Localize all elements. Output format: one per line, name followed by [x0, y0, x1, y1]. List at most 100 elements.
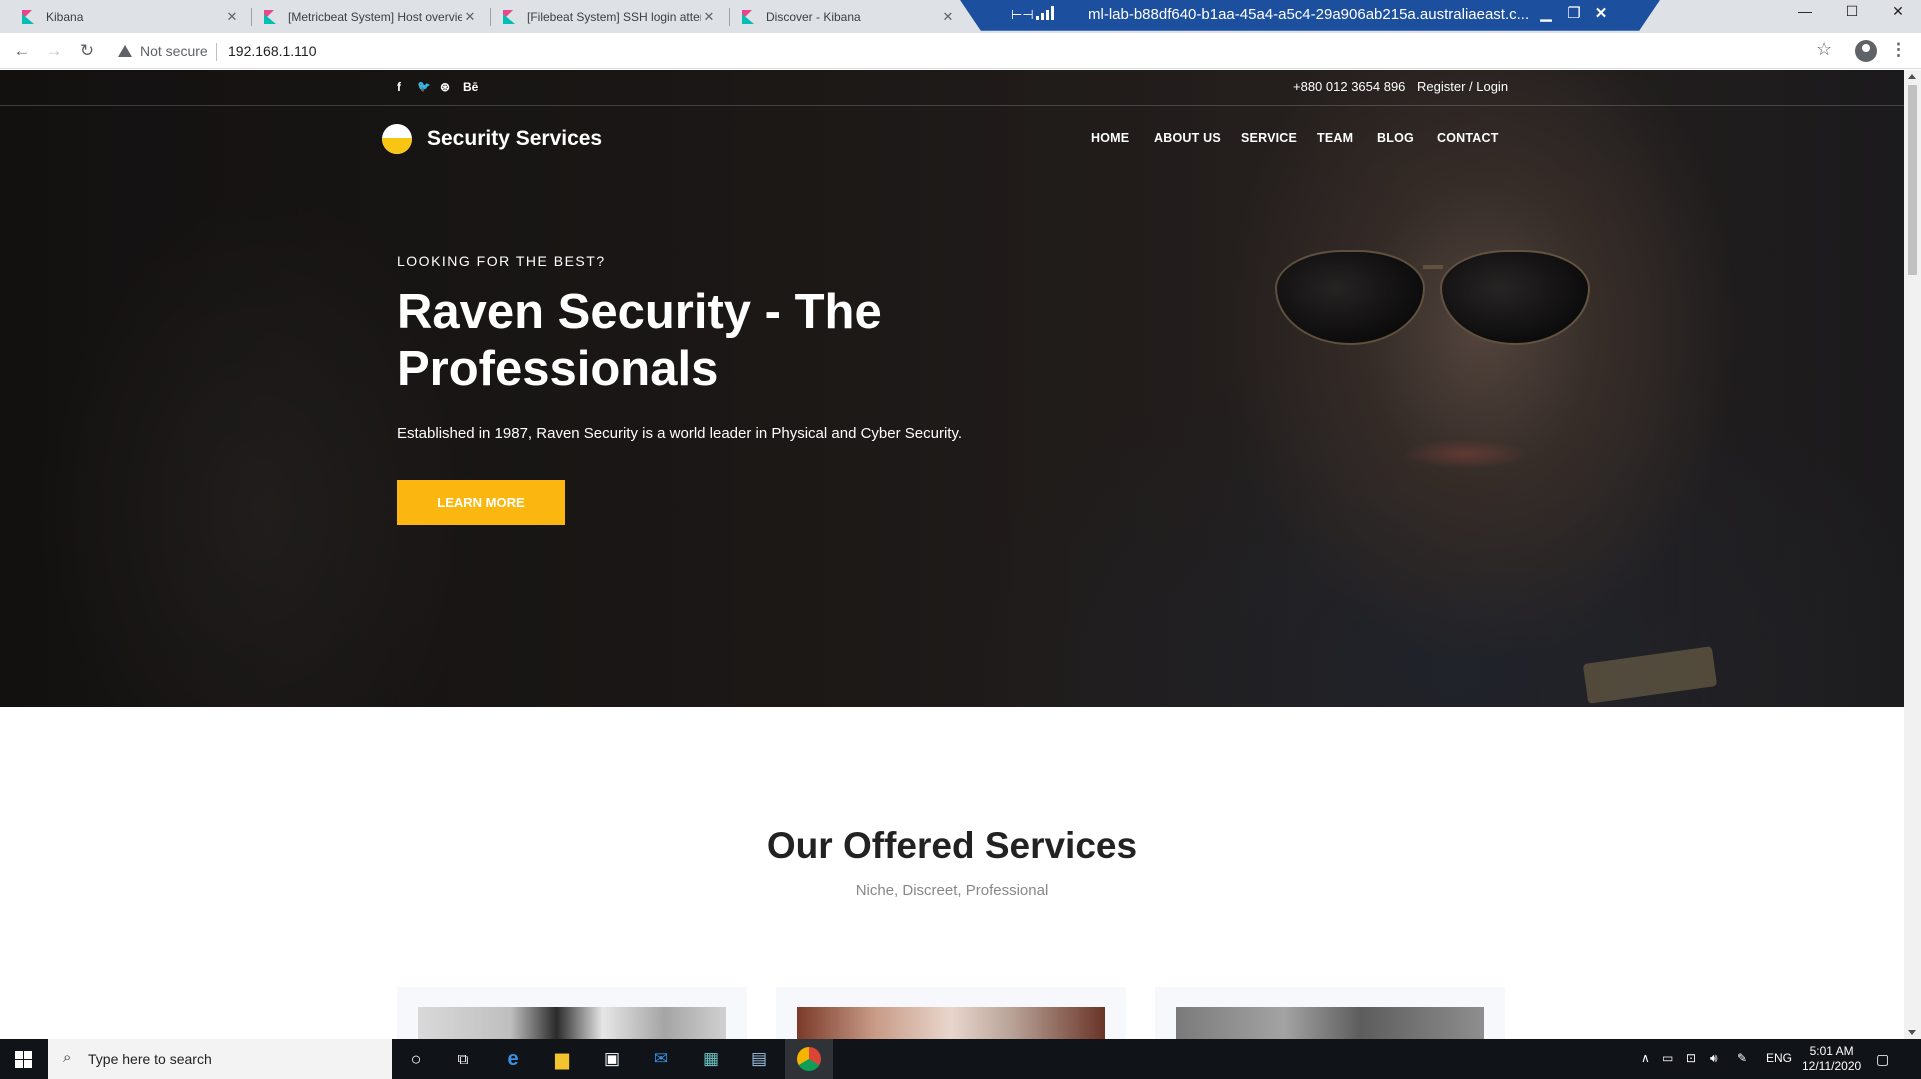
kibana-icon: [22, 9, 36, 24]
learn-more-button[interactable]: LEARN MORE: [397, 480, 565, 525]
pen-icon[interactable]: ✎: [1737, 1051, 1747, 1065]
behance-icon[interactable]: Bē: [463, 80, 478, 94]
kibana-icon: [264, 9, 278, 24]
more-menu-icon[interactable]: ⋮: [1890, 40, 1907, 60]
services-title: Our Offered Services: [766, 825, 1138, 866]
nav-service[interactable]: SERVICE: [1241, 131, 1297, 145]
kibana-icon: [503, 9, 517, 24]
tab-title: [Filebeat System] SSH login atter: [527, 9, 701, 24]
windows-start-icon[interactable]: [15, 1051, 32, 1068]
rdp-close-button[interactable]: ✕: [1591, 4, 1611, 22]
rdp-minimize-button[interactable]: ▁: [1536, 4, 1556, 22]
forward-arrow-icon[interactable]: →: [44, 41, 64, 61]
volume-icon[interactable]: 🔊︎: [1710, 1051, 1718, 1066]
facebook-icon[interactable]: f: [397, 80, 401, 94]
nav-contact[interactable]: CONTACT: [1437, 131, 1499, 145]
clock-date: 12/11/2020: [1802, 1059, 1862, 1073]
edge-icon[interactable]: e: [501, 1047, 525, 1071]
hero-subtitle: Established in 1987, Raven Security is a…: [397, 425, 963, 442]
brand-name[interactable]: Security Services: [427, 127, 602, 151]
search-icon: ⌕: [63, 1049, 72, 1066]
language-indicator[interactable]: ENG: [1766, 1051, 1792, 1065]
tab-filebeat[interactable]: [Filebeat System] SSH login atter ✕: [493, 0, 727, 33]
twitter-icon[interactable]: 🐦: [417, 80, 431, 93]
bookmark-star-icon[interactable]: ☆: [1816, 39, 1832, 60]
close-tab-icon[interactable]: ✕: [701, 9, 717, 25]
site-top-bar: f 🐦 ⊛ Bē +880 012 3654 896 Register / Lo…: [0, 70, 1904, 106]
tab-discover[interactable]: Discover - Kibana ✕: [732, 0, 966, 33]
window-maximize-button[interactable]: ☐: [1837, 3, 1867, 20]
file-explorer-icon[interactable]: ▆: [550, 1047, 574, 1071]
remote-host-title: ml-lab-b88df640-b1aa-45a4-a5c4-29a906ab2…: [1088, 6, 1530, 23]
register-login-link[interactable]: Register / Login: [1417, 79, 1508, 94]
hero-section: f 🐦 ⊛ Bē +880 012 3654 896 Register / Lo…: [0, 70, 1904, 707]
service-card-image: [418, 1007, 726, 1039]
scroll-up-arrow-icon[interactable]: [1908, 74, 1916, 79]
tab-separator: [729, 8, 730, 26]
hero-eyebrow: LOOKING FOR THE BEST?: [397, 253, 606, 269]
rdp-restore-button[interactable]: ❐: [1564, 4, 1584, 22]
security-tray-icon[interactable]: ⊡: [1686, 1051, 1696, 1065]
cortana-icon[interactable]: ○: [404, 1047, 428, 1071]
nav-home[interactable]: HOME: [1091, 131, 1129, 145]
tray-overflow-icon[interactable]: ∧: [1641, 1051, 1650, 1065]
close-tab-icon[interactable]: ✕: [940, 9, 956, 25]
security-indicator[interactable]: Not secure: [118, 43, 208, 59]
windows-taskbar: ⌕ Type here to search ○ ⧉ e ▆ ▣ ✉ ▦ ▤ ∧ …: [0, 1039, 1921, 1079]
dribbble-icon[interactable]: ⊛: [440, 80, 450, 94]
mail-icon[interactable]: ✉: [649, 1047, 673, 1071]
service-card-image: [797, 1007, 1105, 1039]
back-arrow-icon[interactable]: ←: [12, 41, 32, 61]
taskbar-search-input[interactable]: ⌕ Type here to search: [48, 1039, 392, 1079]
address-input[interactable]: 192.168.1.110: [228, 43, 317, 59]
clock-time: 5:01 AM: [1809, 1044, 1854, 1058]
server-manager-icon[interactable]: ▦: [699, 1047, 723, 1071]
kibana-icon: [742, 9, 756, 24]
task-view-icon[interactable]: ⧉: [451, 1047, 475, 1071]
chrome-taskbar-button[interactable]: [785, 1039, 833, 1079]
network-icon[interactable]: ▭: [1662, 1051, 1673, 1065]
service-card[interactable]: [1155, 987, 1505, 1039]
pin-icon[interactable]: ⊢⊣: [1011, 7, 1034, 23]
scroll-thumb[interactable]: [1908, 85, 1917, 275]
profile-avatar-icon[interactable]: [1855, 40, 1877, 62]
service-card[interactable]: [397, 987, 747, 1039]
tab-separator: [490, 8, 491, 26]
close-tab-icon[interactable]: ✕: [462, 9, 478, 25]
tab-metricbeat[interactable]: [Metricbeat System] Host overvie ✕: [254, 0, 488, 33]
services-subtitle: Niche, Discreet, Professional: [855, 882, 1049, 899]
window-close-button[interactable]: ✕: [1883, 3, 1913, 20]
page-viewport: f 🐦 ⊛ Bē +880 012 3654 896 Register / Lo…: [0, 70, 1904, 1039]
page-scrollbar[interactable]: [1904, 70, 1921, 1039]
browser-toolbar: ← → ↻ Not secure 192.168.1.110 ☆ ⋮: [0, 33, 1921, 69]
brand-logo-icon[interactable]: [382, 124, 412, 154]
store-icon[interactable]: ▣: [600, 1047, 624, 1071]
nav-about-us[interactable]: ABOUT US: [1154, 131, 1221, 145]
contact-phone: +880 012 3654 896: [1293, 79, 1406, 94]
search-placeholder: Type here to search: [88, 1051, 212, 1067]
service-card[interactable]: [776, 987, 1126, 1039]
tab-kibana[interactable]: Kibana ✕: [12, 0, 250, 33]
notifications-icon[interactable]: ▢: [1876, 1051, 1889, 1068]
address-divider: [216, 43, 217, 61]
window-minimize-button[interactable]: —: [1790, 3, 1820, 19]
close-tab-icon[interactable]: ✕: [224, 9, 240, 25]
remote-desktop-connection-bar: ⊢⊣ ml-lab-b88df640-b1aa-45a4-a5c4-29a906…: [960, 0, 1660, 31]
hero-title: Raven Security - The Professionals: [397, 285, 882, 396]
tab-separator: [251, 8, 252, 26]
chrome-icon: [797, 1047, 821, 1071]
tab-title: [Metricbeat System] Host overvie: [288, 9, 462, 24]
remote-desktop-icon[interactable]: ▤: [747, 1047, 771, 1071]
nav-blog[interactable]: BLOG: [1377, 131, 1414, 145]
tab-title: Discover - Kibana: [766, 9, 861, 24]
connection-signal-icon[interactable]: [1036, 6, 1054, 20]
service-card-image: [1176, 1007, 1484, 1039]
security-label: Not secure: [140, 43, 208, 59]
reload-icon[interactable]: ↻: [77, 41, 97, 61]
warning-icon: [118, 45, 132, 57]
browser-tab-strip: Kibana ✕ [Metricbeat System] Host overvi…: [0, 0, 1921, 33]
system-clock[interactable]: 5:01 AM 12/11/2020: [1802, 1044, 1861, 1074]
tab-title: Kibana: [46, 9, 84, 24]
scroll-down-arrow-icon[interactable]: [1908, 1030, 1916, 1035]
nav-team[interactable]: TEAM: [1317, 131, 1353, 145]
